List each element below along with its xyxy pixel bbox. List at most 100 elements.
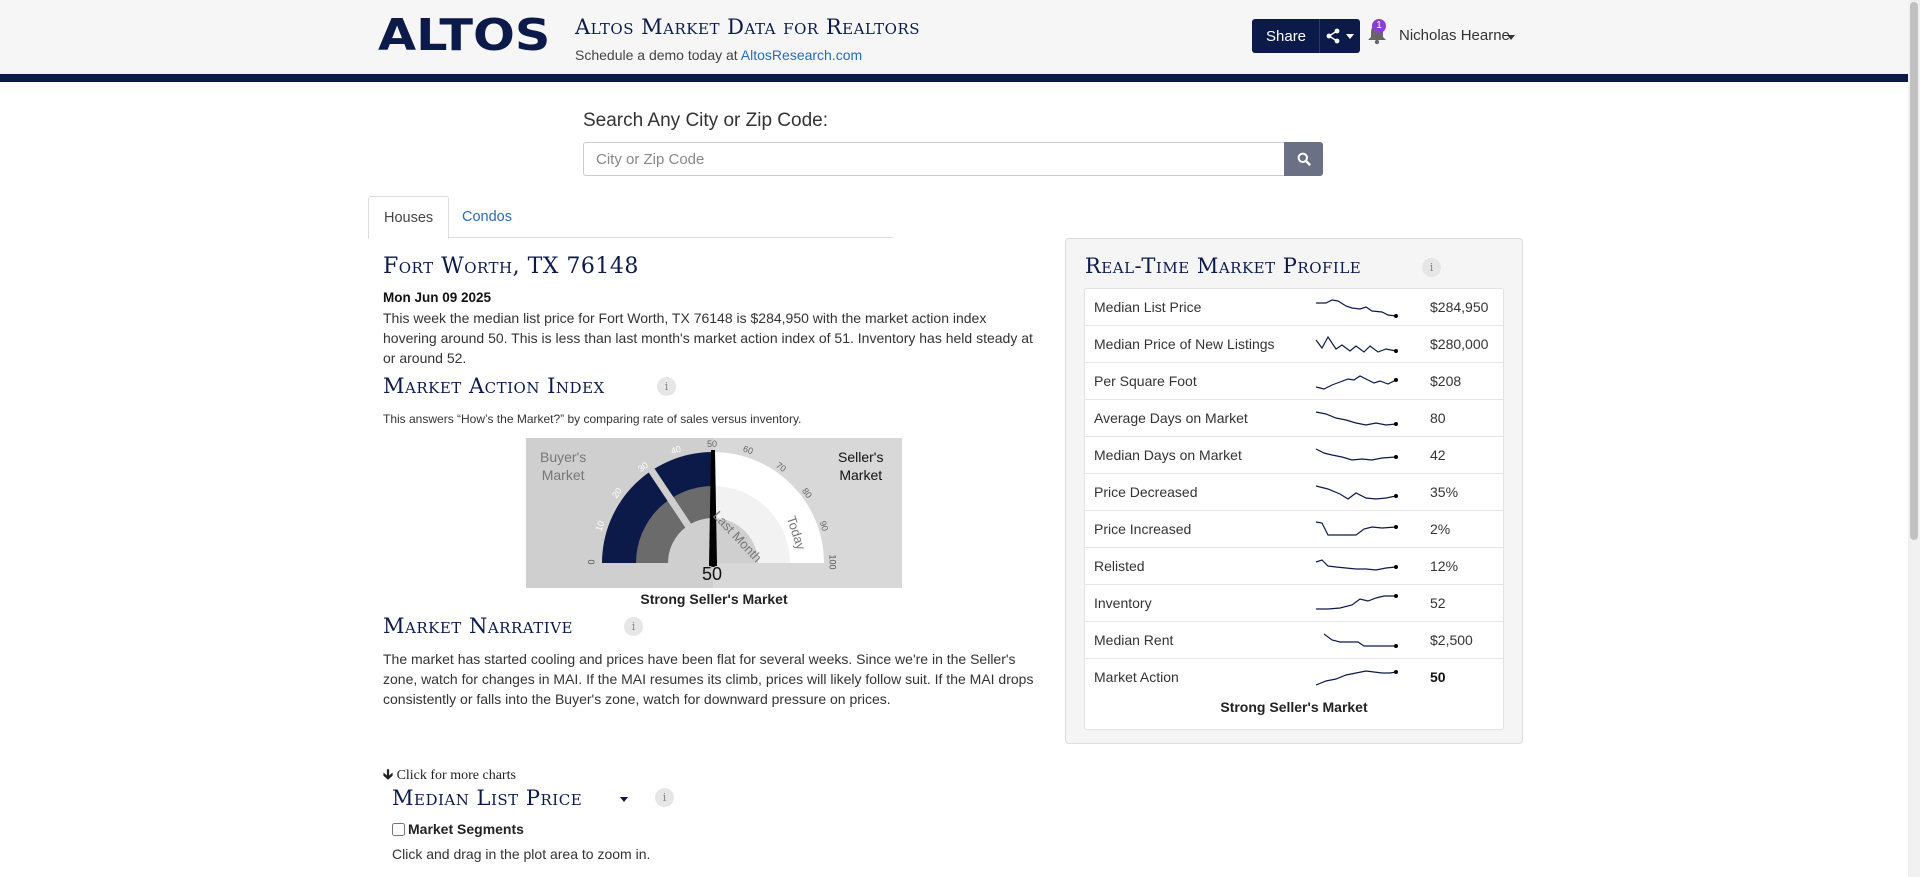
info-icon[interactable]: i [657, 377, 676, 396]
tab-condos[interactable]: Condos [447, 196, 527, 238]
sparkline-line [1315, 411, 1397, 426]
info-icon[interactable]: i [655, 788, 674, 807]
top-header [0, 0, 1908, 74]
subtitle-text: Schedule a demo today at [575, 47, 741, 63]
sparkline-endpoint [1394, 525, 1398, 529]
profile-row: Market Action 50 [1085, 659, 1503, 696]
sparkline-chart [1315, 448, 1398, 461]
gauge-tick-label: 0 [586, 559, 597, 565]
app-subtitle: Schedule a demo today at AltosResearch.c… [575, 47, 862, 63]
narrative-heading: Market Narrative [383, 614, 573, 638]
sellers-market-label: Seller's Market [838, 448, 883, 484]
search-button[interactable] [1284, 142, 1323, 176]
sparkline-chart [1315, 375, 1398, 390]
more-charts-link[interactable]: 🡳 Click for more charts [383, 764, 516, 788]
gauge-tick-label: 100 [827, 554, 838, 570]
notification-badge[interactable]: 1 [1372, 19, 1386, 33]
sparkline-chart [1315, 335, 1398, 353]
mai-heading: Market Action Index [383, 374, 605, 398]
header-divider [0, 74, 1908, 82]
profile-row-label: Median Price of New Listings [1094, 336, 1275, 352]
sparkline-line [1316, 595, 1396, 610]
mai-caption: Strong Seller's Market [640, 591, 788, 607]
altos-research-link[interactable]: AltosResearch.com [741, 47, 862, 63]
sparkline-line [1315, 375, 1397, 390]
tab-houses[interactable]: Houses [368, 196, 450, 239]
info-icon[interactable]: i [624, 617, 643, 636]
profile-row-value: 12% [1430, 558, 1459, 574]
buyers-label-line2: Market [541, 467, 585, 483]
market-segments-toggle[interactable]: Market Segments [392, 821, 524, 837]
profile-row-label: Median List Price [1094, 299, 1202, 315]
property-type-tabs: Houses Condos [368, 196, 893, 239]
sparkline-endpoint [1394, 378, 1398, 382]
search-input[interactable] [583, 142, 1284, 176]
profile-row-value: 50 [1430, 669, 1446, 685]
info-icon[interactable]: i [1422, 258, 1441, 277]
buyers-market-label: Buyer's Market [540, 448, 586, 484]
sparkline-chart [1323, 633, 1398, 648]
sparkline-chart [1315, 670, 1398, 686]
search-icon [1297, 152, 1311, 166]
scrollbar-thumb[interactable] [1910, 2, 1918, 540]
profile-row-label: Inventory [1094, 595, 1152, 611]
more-charts-label: Click for more charts [396, 768, 516, 783]
mai-description: This answers “How’s the Market?” by comp… [383, 412, 802, 426]
sparkline-endpoint [1394, 455, 1398, 459]
sparkline-chart [1316, 299, 1398, 318]
profile-row: Median Days on Market 42 [1085, 437, 1503, 474]
zoom-hint: Click and drag in the plot area to zoom … [392, 846, 651, 862]
market-profile-table: Median List Price $284,950 Median Price of… [1084, 288, 1504, 730]
chevron-down-icon[interactable] [620, 797, 628, 802]
search-label: Search Any City or Zip Code: [583, 110, 828, 131]
sparkline-line [1316, 299, 1397, 317]
sparkline-line [1315, 559, 1397, 571]
profile-row-value: 2% [1430, 521, 1451, 537]
profile-footer: Strong Seller's Market [1220, 699, 1368, 715]
profile-row: Median Price of New Listings $280,000 [1085, 326, 1503, 363]
sparkline-line [1315, 448, 1397, 461]
share-icon[interactable] [1326, 28, 1340, 44]
market-summary: This week the median list price for Fort… [383, 310, 1033, 366]
app-title: Altos Market Data for Realtors [575, 15, 921, 39]
profile-row-value: 42 [1430, 447, 1446, 463]
profile-row-value: $280,000 [1430, 336, 1489, 352]
mai-gauge: Buyer's Market Seller's Market Last Mont… [526, 438, 902, 588]
report-date: Mon Jun 09 2025 [383, 290, 492, 305]
chevron-down-icon[interactable] [1346, 34, 1354, 39]
sparkline-endpoint [1394, 494, 1398, 498]
profile-row: Price Decreased 35% [1085, 474, 1503, 511]
sparkline-chart [1315, 411, 1398, 426]
sparkline-endpoint [1394, 670, 1398, 674]
share-button-label: Share [1266, 27, 1307, 45]
market-segments-label: Market Segments [408, 821, 524, 837]
altos-logo[interactable]: ALTOS [378, 13, 550, 59]
sparkline-endpoint [1394, 349, 1398, 353]
profile-row-label: Relisted [1094, 558, 1145, 574]
profile-row: Inventory 52 [1085, 585, 1503, 622]
profile-row-value: 80 [1430, 410, 1446, 426]
profile-row-label: Price Increased [1094, 521, 1192, 537]
sparkline-endpoint [1394, 565, 1398, 569]
profile-row-value: 52 [1430, 595, 1446, 611]
sparkline-chart [1315, 485, 1398, 500]
sparkline-endpoint [1394, 314, 1398, 318]
median-list-price-chart-title[interactable]: Median List Price [392, 786, 582, 810]
market-segments-checkbox[interactable] [392, 822, 405, 836]
sparkline-line [1315, 485, 1397, 500]
sparkline-chart [1315, 559, 1398, 571]
profile-row: Median Rent $2,500 [1085, 622, 1503, 659]
profile-row-value: $208 [1430, 373, 1462, 389]
sparkline-endpoint [1394, 594, 1398, 598]
share-button[interactable]: Share [1252, 19, 1360, 53]
sparkline-line [1315, 670, 1397, 686]
profile-row-label: Market Action [1094, 669, 1179, 685]
sparkline-chart [1315, 521, 1398, 536]
sparkline-endpoint [1394, 644, 1398, 648]
profile-row: Per Square Foot $208 [1085, 363, 1503, 400]
user-menu[interactable]: Nicholas Hearne [1399, 27, 1510, 44]
arrow-down-icon: 🡳 [383, 768, 394, 783]
gauge-tick-label: 50 [707, 439, 718, 449]
market-narrative: The market has started cooling and price… [383, 651, 1034, 707]
chevron-down-icon[interactable] [1507, 35, 1515, 40]
